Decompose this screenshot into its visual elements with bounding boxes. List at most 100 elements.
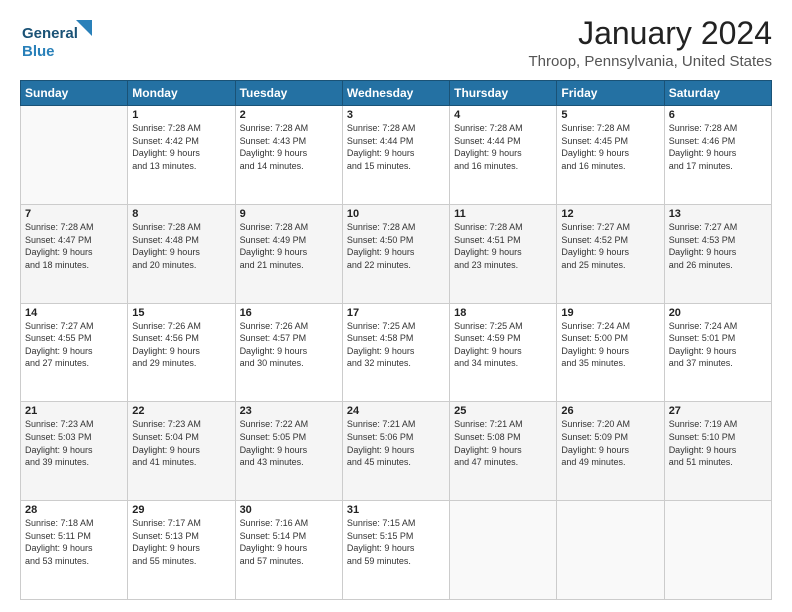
- main-title: January 2024: [529, 16, 772, 51]
- day-number: 15: [132, 307, 230, 319]
- day-number: 24: [347, 405, 445, 417]
- subtitle: Throop, Pennsylvania, United States: [529, 53, 772, 70]
- day-number: 8: [132, 208, 230, 220]
- table-row: 16Sunrise: 7:26 AM Sunset: 4:57 PM Dayli…: [235, 303, 342, 402]
- day-number: 18: [454, 307, 552, 319]
- col-saturday: Saturday: [664, 81, 771, 106]
- table-row: 10Sunrise: 7:28 AM Sunset: 4:50 PM Dayli…: [342, 204, 449, 303]
- day-number: 9: [240, 208, 338, 220]
- day-number: 25: [454, 405, 552, 417]
- table-row: 23Sunrise: 7:22 AM Sunset: 5:05 PM Dayli…: [235, 402, 342, 501]
- day-info: Sunrise: 7:26 AM Sunset: 4:56 PM Dayligh…: [132, 320, 230, 370]
- table-row: [450, 501, 557, 600]
- day-info: Sunrise: 7:27 AM Sunset: 4:55 PM Dayligh…: [25, 320, 123, 370]
- logo-svg: General Blue: [20, 16, 110, 64]
- table-row: [664, 501, 771, 600]
- day-info: Sunrise: 7:28 AM Sunset: 4:44 PM Dayligh…: [454, 122, 552, 172]
- table-row: 3Sunrise: 7:28 AM Sunset: 4:44 PM Daylig…: [342, 106, 449, 205]
- page: General Blue January 2024 Throop, Pennsy…: [0, 0, 792, 612]
- table-row: 15Sunrise: 7:26 AM Sunset: 4:56 PM Dayli…: [128, 303, 235, 402]
- day-number: 7: [25, 208, 123, 220]
- table-row: 9Sunrise: 7:28 AM Sunset: 4:49 PM Daylig…: [235, 204, 342, 303]
- day-number: 1: [132, 109, 230, 121]
- table-row: 8Sunrise: 7:28 AM Sunset: 4:48 PM Daylig…: [128, 204, 235, 303]
- calendar-header-row: Sunday Monday Tuesday Wednesday Thursday…: [21, 81, 772, 106]
- table-row: [557, 501, 664, 600]
- day-info: Sunrise: 7:28 AM Sunset: 4:42 PM Dayligh…: [132, 122, 230, 172]
- day-info: Sunrise: 7:23 AM Sunset: 5:03 PM Dayligh…: [25, 418, 123, 468]
- day-info: Sunrise: 7:28 AM Sunset: 4:44 PM Dayligh…: [347, 122, 445, 172]
- day-number: 5: [561, 109, 659, 121]
- day-number: 10: [347, 208, 445, 220]
- col-monday: Monday: [128, 81, 235, 106]
- day-info: Sunrise: 7:26 AM Sunset: 4:57 PM Dayligh…: [240, 320, 338, 370]
- table-row: 17Sunrise: 7:25 AM Sunset: 4:58 PM Dayli…: [342, 303, 449, 402]
- day-info: Sunrise: 7:24 AM Sunset: 5:01 PM Dayligh…: [669, 320, 767, 370]
- table-row: 27Sunrise: 7:19 AM Sunset: 5:10 PM Dayli…: [664, 402, 771, 501]
- svg-text:General: General: [22, 25, 78, 42]
- day-info: Sunrise: 7:28 AM Sunset: 4:49 PM Dayligh…: [240, 221, 338, 271]
- day-number: 27: [669, 405, 767, 417]
- day-number: 20: [669, 307, 767, 319]
- table-row: 1Sunrise: 7:28 AM Sunset: 4:42 PM Daylig…: [128, 106, 235, 205]
- col-sunday: Sunday: [21, 81, 128, 106]
- col-friday: Friday: [557, 81, 664, 106]
- table-row: 21Sunrise: 7:23 AM Sunset: 5:03 PM Dayli…: [21, 402, 128, 501]
- calendar-table: Sunday Monday Tuesday Wednesday Thursday…: [20, 80, 772, 600]
- day-info: Sunrise: 7:24 AM Sunset: 5:00 PM Dayligh…: [561, 320, 659, 370]
- table-row: 30Sunrise: 7:16 AM Sunset: 5:14 PM Dayli…: [235, 501, 342, 600]
- day-number: 28: [25, 504, 123, 516]
- table-row: 2Sunrise: 7:28 AM Sunset: 4:43 PM Daylig…: [235, 106, 342, 205]
- day-number: 11: [454, 208, 552, 220]
- header: General Blue January 2024 Throop, Pennsy…: [20, 16, 772, 70]
- table-row: 26Sunrise: 7:20 AM Sunset: 5:09 PM Dayli…: [557, 402, 664, 501]
- day-info: Sunrise: 7:25 AM Sunset: 4:58 PM Dayligh…: [347, 320, 445, 370]
- calendar-week-row: 14Sunrise: 7:27 AM Sunset: 4:55 PM Dayli…: [21, 303, 772, 402]
- day-info: Sunrise: 7:17 AM Sunset: 5:13 PM Dayligh…: [132, 517, 230, 567]
- col-thursday: Thursday: [450, 81, 557, 106]
- calendar-week-row: 28Sunrise: 7:18 AM Sunset: 5:11 PM Dayli…: [21, 501, 772, 600]
- day-number: 30: [240, 504, 338, 516]
- calendar-week-row: 21Sunrise: 7:23 AM Sunset: 5:03 PM Dayli…: [21, 402, 772, 501]
- calendar-week-row: 7Sunrise: 7:28 AM Sunset: 4:47 PM Daylig…: [21, 204, 772, 303]
- table-row: 24Sunrise: 7:21 AM Sunset: 5:06 PM Dayli…: [342, 402, 449, 501]
- table-row: 20Sunrise: 7:24 AM Sunset: 5:01 PM Dayli…: [664, 303, 771, 402]
- day-info: Sunrise: 7:21 AM Sunset: 5:08 PM Dayligh…: [454, 418, 552, 468]
- table-row: 19Sunrise: 7:24 AM Sunset: 5:00 PM Dayli…: [557, 303, 664, 402]
- logo: General Blue: [20, 16, 110, 69]
- table-row: 28Sunrise: 7:18 AM Sunset: 5:11 PM Dayli…: [21, 501, 128, 600]
- day-info: Sunrise: 7:23 AM Sunset: 5:04 PM Dayligh…: [132, 418, 230, 468]
- table-row: 14Sunrise: 7:27 AM Sunset: 4:55 PM Dayli…: [21, 303, 128, 402]
- col-tuesday: Tuesday: [235, 81, 342, 106]
- day-info: Sunrise: 7:15 AM Sunset: 5:15 PM Dayligh…: [347, 517, 445, 567]
- day-number: 29: [132, 504, 230, 516]
- day-info: Sunrise: 7:28 AM Sunset: 4:43 PM Dayligh…: [240, 122, 338, 172]
- day-number: 26: [561, 405, 659, 417]
- day-info: Sunrise: 7:28 AM Sunset: 4:47 PM Dayligh…: [25, 221, 123, 271]
- table-row: 11Sunrise: 7:28 AM Sunset: 4:51 PM Dayli…: [450, 204, 557, 303]
- day-info: Sunrise: 7:18 AM Sunset: 5:11 PM Dayligh…: [25, 517, 123, 567]
- day-info: Sunrise: 7:27 AM Sunset: 4:52 PM Dayligh…: [561, 221, 659, 271]
- day-number: 14: [25, 307, 123, 319]
- day-info: Sunrise: 7:28 AM Sunset: 4:46 PM Dayligh…: [669, 122, 767, 172]
- day-info: Sunrise: 7:28 AM Sunset: 4:45 PM Dayligh…: [561, 122, 659, 172]
- day-info: Sunrise: 7:21 AM Sunset: 5:06 PM Dayligh…: [347, 418, 445, 468]
- day-number: 23: [240, 405, 338, 417]
- table-row: 18Sunrise: 7:25 AM Sunset: 4:59 PM Dayli…: [450, 303, 557, 402]
- day-number: 19: [561, 307, 659, 319]
- table-row: 31Sunrise: 7:15 AM Sunset: 5:15 PM Dayli…: [342, 501, 449, 600]
- day-number: 31: [347, 504, 445, 516]
- day-info: Sunrise: 7:28 AM Sunset: 4:48 PM Dayligh…: [132, 221, 230, 271]
- day-info: Sunrise: 7:19 AM Sunset: 5:10 PM Dayligh…: [669, 418, 767, 468]
- day-number: 13: [669, 208, 767, 220]
- table-row: 29Sunrise: 7:17 AM Sunset: 5:13 PM Dayli…: [128, 501, 235, 600]
- table-row: 13Sunrise: 7:27 AM Sunset: 4:53 PM Dayli…: [664, 204, 771, 303]
- day-number: 6: [669, 109, 767, 121]
- day-number: 21: [25, 405, 123, 417]
- table-row: 25Sunrise: 7:21 AM Sunset: 5:08 PM Dayli…: [450, 402, 557, 501]
- day-number: 17: [347, 307, 445, 319]
- day-info: Sunrise: 7:28 AM Sunset: 4:50 PM Dayligh…: [347, 221, 445, 271]
- day-info: Sunrise: 7:22 AM Sunset: 5:05 PM Dayligh…: [240, 418, 338, 468]
- col-wednesday: Wednesday: [342, 81, 449, 106]
- table-row: 7Sunrise: 7:28 AM Sunset: 4:47 PM Daylig…: [21, 204, 128, 303]
